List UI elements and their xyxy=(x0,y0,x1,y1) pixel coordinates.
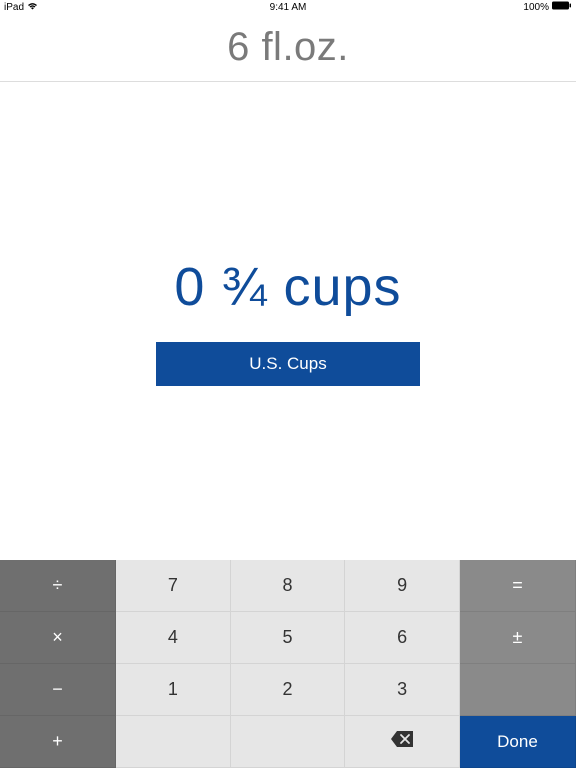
key-empty-1 xyxy=(116,716,231,768)
key-equals[interactable]: = xyxy=(460,560,576,612)
battery-percent: 100% xyxy=(523,2,549,13)
key-4[interactable]: 4 xyxy=(116,612,231,664)
key-3[interactable]: 3 xyxy=(345,664,460,716)
key-empty-right xyxy=(460,664,576,716)
status-right: 100% xyxy=(523,1,572,13)
main-area: 0 ¾ cups U.S. Cups xyxy=(0,82,576,560)
status-time: 9:41 AM xyxy=(270,2,307,13)
key-backspace[interactable] xyxy=(345,716,460,768)
status-bar: iPad 9:41 AM 100% xyxy=(0,0,576,14)
key-plus[interactable]: + xyxy=(0,716,116,768)
key-8[interactable]: 8 xyxy=(231,560,346,612)
battery-icon xyxy=(552,1,572,13)
backspace-icon xyxy=(391,731,413,752)
result-display: 0 ¾ cups xyxy=(174,256,401,318)
key-9[interactable]: 9 xyxy=(345,560,460,612)
key-7[interactable]: 7 xyxy=(116,560,231,612)
keypad: ÷ 7 8 9 = × 4 5 6 ± − 1 2 3 + Done xyxy=(0,560,576,768)
key-plusminus[interactable]: ± xyxy=(460,612,576,664)
status-left: iPad xyxy=(4,2,38,13)
key-5[interactable]: 5 xyxy=(231,612,346,664)
unit-selector-button[interactable]: U.S. Cups xyxy=(156,342,420,386)
key-divide[interactable]: ÷ xyxy=(0,560,116,612)
key-done[interactable]: Done xyxy=(460,716,576,768)
key-minus[interactable]: − xyxy=(0,664,116,716)
key-empty-2 xyxy=(231,716,346,768)
device-label: iPad xyxy=(4,2,24,13)
key-1[interactable]: 1 xyxy=(116,664,231,716)
input-display: 6 fl.oz. xyxy=(0,14,576,82)
wifi-icon xyxy=(27,2,38,13)
key-multiply[interactable]: × xyxy=(0,612,116,664)
key-6[interactable]: 6 xyxy=(345,612,460,664)
key-2[interactable]: 2 xyxy=(231,664,346,716)
